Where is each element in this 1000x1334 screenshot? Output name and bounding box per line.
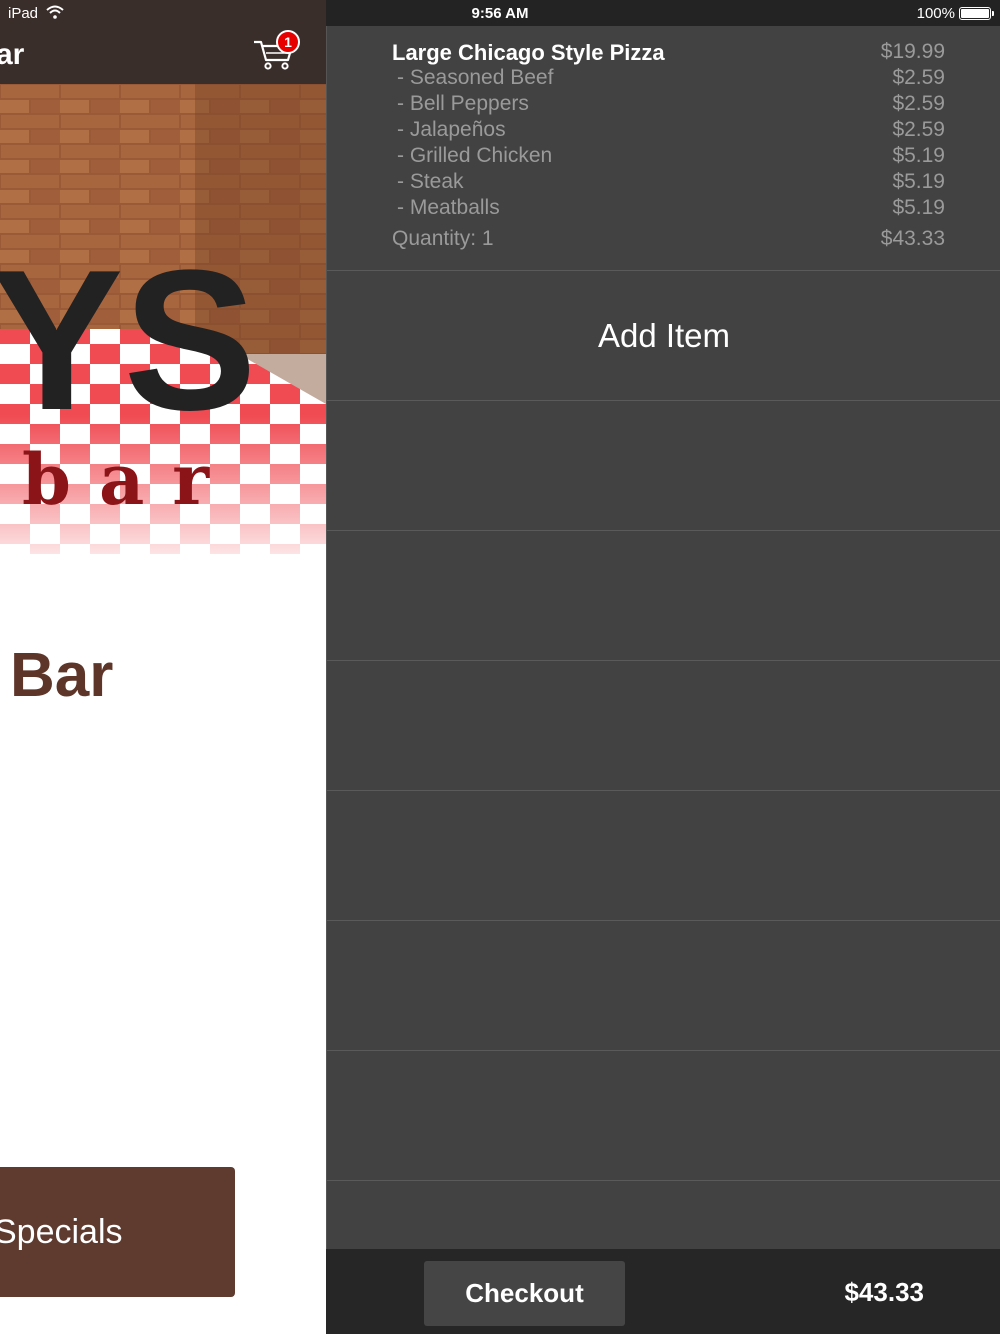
empty-cart-row: [327, 1051, 1000, 1181]
restaurant-name-heading: Bar: [10, 641, 114, 710]
empty-cart-row: [327, 401, 1000, 531]
modifier-price: $5.19: [892, 144, 945, 167]
specials-button[interactable]: Specials: [0, 1167, 235, 1297]
status-bar: iPad 9:56 AM 100%: [0, 0, 1000, 26]
modifier-name: - Grilled Chicken: [397, 144, 553, 167]
main-app-panel: ar YS bar Bar Specials: [0, 0, 326, 1334]
cart-item-title-line: Large Chicago Style Pizza $19.99: [392, 40, 945, 66]
modifier-price: $5.19: [892, 170, 945, 193]
app-root: ar YS bar Bar Specials 1 iPad 9:56 AM 10…: [0, 0, 1000, 1334]
quantity-line: Quantity: 1 $43.33: [392, 227, 945, 253]
modifier-name: - Meatballs: [397, 196, 500, 219]
battery-percent: 100%: [916, 5, 955, 22]
modifier-price: $5.19: [892, 196, 945, 219]
add-item-button[interactable]: Add Item: [327, 271, 1000, 401]
battery-icon: [959, 7, 994, 20]
nav-title: ar: [0, 38, 25, 71]
modifier-line: - Steak $5.19: [392, 170, 945, 196]
cart-panel: Large Chicago Style Pizza $19.99 - Seaso…: [326, 26, 1000, 1334]
status-time: 9:56 AM: [471, 5, 529, 22]
cart-total: $43.33: [844, 1277, 924, 1307]
item-line-total: $43.33: [880, 227, 945, 250]
cart-item-title: Large Chicago Style Pizza: [392, 40, 665, 65]
modifier-price: $2.59: [892, 92, 945, 115]
modifier-line: - Grilled Chicken $5.19: [392, 144, 945, 170]
cart-item-row[interactable]: Large Chicago Style Pizza $19.99 - Seaso…: [327, 26, 1000, 271]
logo-subtitle: bar: [22, 438, 237, 521]
modifier-line: - Seasoned Beef $2.59: [392, 66, 945, 92]
modifier-line: - Bell Peppers $2.59: [392, 92, 945, 118]
cart-item-base-price: $19.99: [880, 40, 945, 63]
empty-cart-row: [327, 661, 1000, 791]
checkout-bar: Checkout $43.33: [326, 1249, 1000, 1334]
modifier-price: $2.59: [892, 66, 945, 89]
cart-count-badge: 1: [276, 30, 300, 54]
empty-cart-row: [327, 921, 1000, 1051]
modifier-name: - Steak: [397, 170, 464, 193]
empty-cart-row: [327, 791, 1000, 921]
modifier-price: $2.59: [892, 118, 945, 141]
modifier-line: - Jalapeños $2.59: [392, 118, 945, 144]
quantity-label: Quantity: 1: [392, 227, 494, 250]
checkout-button[interactable]: Checkout: [424, 1261, 625, 1326]
restaurant-logo-image: YS bar: [0, 84, 326, 554]
modifier-name: - Seasoned Beef: [397, 66, 554, 89]
modifier-name: - Bell Peppers: [397, 92, 529, 115]
modifier-line: - Meatballs $5.19: [392, 196, 945, 222]
modifier-name: - Jalapeños: [397, 118, 506, 141]
logo-letters: YS: [0, 229, 257, 452]
empty-cart-row: [327, 531, 1000, 661]
